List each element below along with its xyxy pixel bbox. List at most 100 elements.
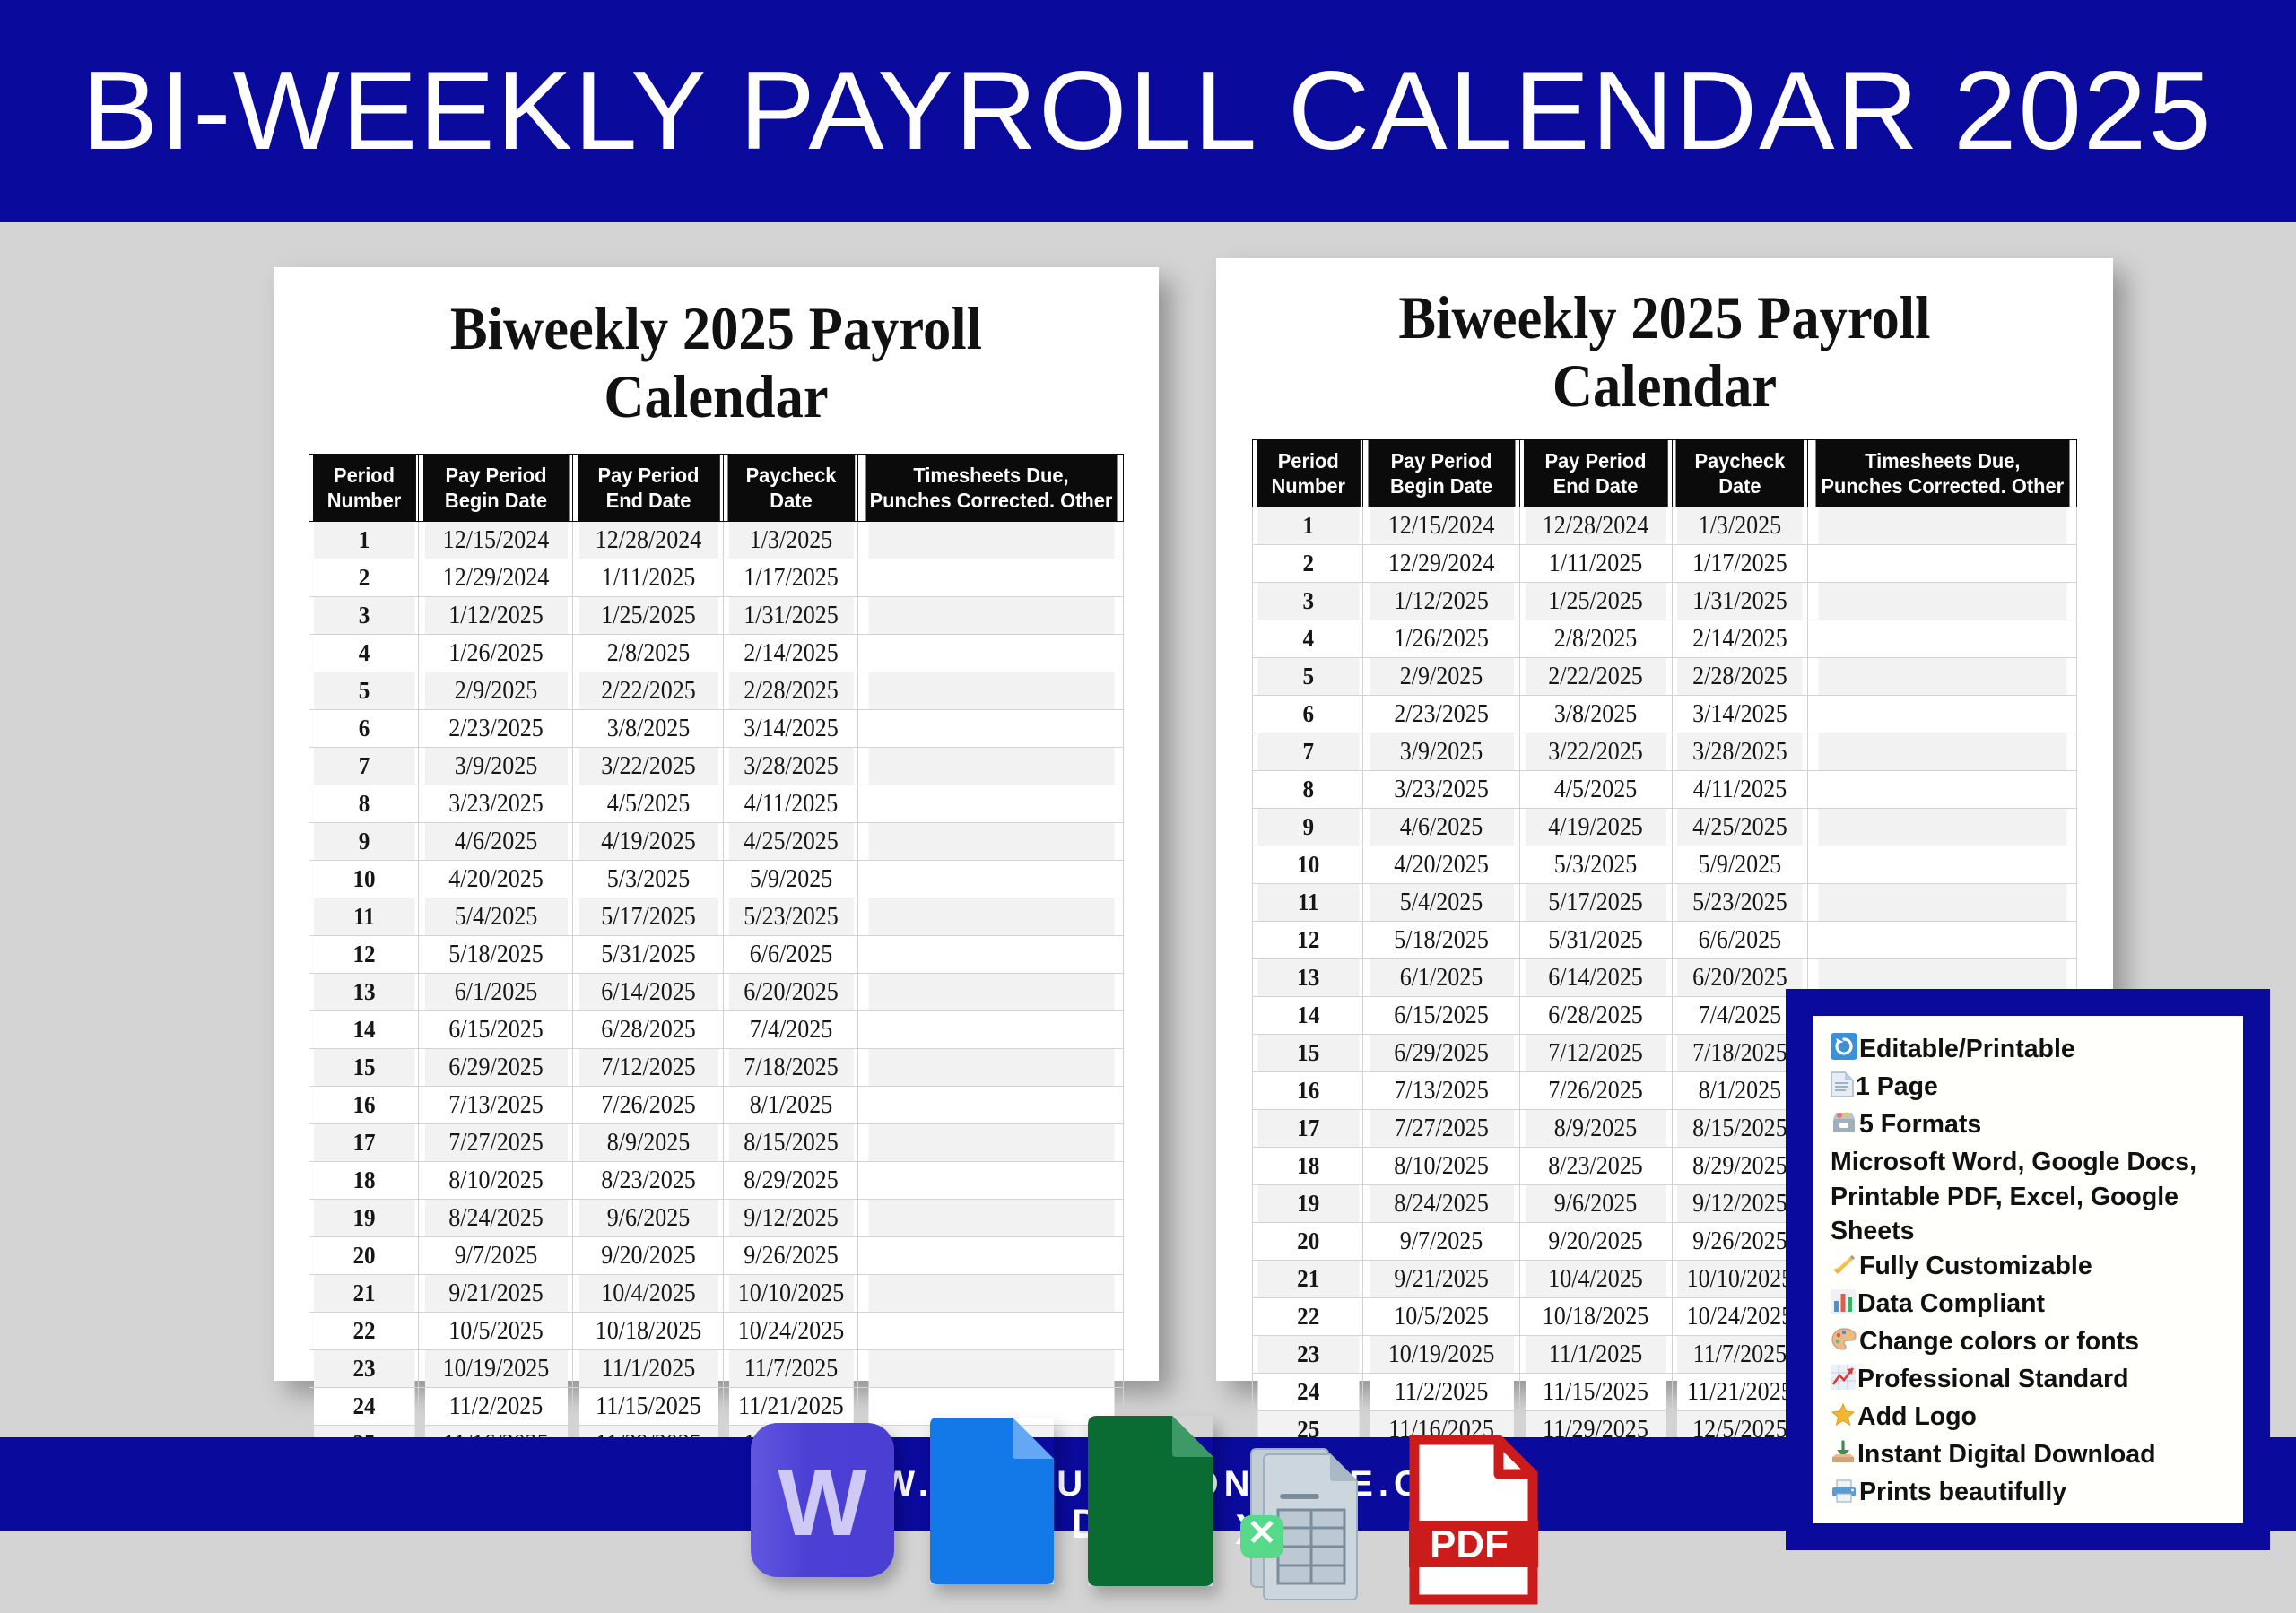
cell-notes (1816, 883, 2068, 923)
cell-notes (866, 935, 1115, 975)
feature-item-label: Add Logo (1857, 1401, 1977, 1431)
table-row: 17 7/27/2025 8/9/2025 8/15/2025 (309, 1123, 1124, 1163)
cell-notes (866, 559, 1115, 598)
table-row: 22 10/5/2025 10/18/2025 10/24/2025 (309, 1312, 1124, 1351)
table-header-row: Period Number Pay Period Begin Date Pay Pe… (1253, 439, 2077, 508)
cell-end-date: 11/1/2025 (1524, 1335, 1667, 1375)
cell-end-date: 10/18/2025 (1524, 1297, 1667, 1337)
cell-begin-date: 2/23/2025 (423, 709, 568, 749)
cell-begin-date: 6/29/2025 (1368, 1034, 1515, 1073)
cell-period-number: 15 (312, 1048, 415, 1088)
inbox-tray-icon (1831, 1440, 1856, 1475)
feature-item: Microsoft Word, Google Docs, Printable P… (1831, 1145, 2229, 1250)
table-row: 12 5/18/2025 5/31/2025 6/6/2025 (309, 935, 1124, 975)
cell-paycheck-date: 9/26/2025 (1675, 1222, 1805, 1262)
cell-begin-date: 3/9/2025 (1368, 733, 1515, 772)
cell-end-date: 1/11/2025 (1524, 544, 1667, 584)
feature-item-label: 1 Page (1856, 1071, 1938, 1101)
table-row: 8 3/23/2025 4/5/2025 4/11/2025 (1253, 770, 2077, 810)
table-row: 3 1/12/2025 1/25/2025 1/31/2025 (309, 596, 1124, 636)
word-icon-label: W (778, 1450, 867, 1556)
cell-end-date: 3/8/2025 (577, 709, 719, 749)
table-row: 3 1/12/2025 1/25/2025 1/31/2025 (1253, 582, 2077, 621)
cell-period-number: 19 (312, 1199, 415, 1238)
cell-paycheck-date: 8/29/2025 (1675, 1147, 1805, 1186)
pdf-file-icon: PDF (1400, 1435, 1538, 1605)
preview-canvas: Biweekly 2025 Payroll Calendar Period Num… (0, 222, 2296, 1605)
cell-period-number: 21 (312, 1274, 415, 1314)
cell-notes (866, 672, 1115, 711)
cell-begin-date: 1/26/2025 (423, 634, 568, 673)
cell-period-number: 17 (312, 1123, 415, 1163)
cell-period-number: 3 (1256, 582, 1361, 621)
cell-paycheck-date: 3/28/2025 (1675, 733, 1805, 772)
cell-begin-date: 2/9/2025 (1368, 657, 1515, 697)
cell-paycheck-date: 4/11/2025 (1675, 770, 1805, 810)
cell-notes (866, 521, 1115, 560)
cell-paycheck-date: 9/12/2025 (727, 1199, 854, 1238)
document-title-line2: Calendar (604, 362, 829, 431)
cell-period-number: 23 (1256, 1335, 1361, 1375)
cell-begin-date: 4/20/2025 (1368, 846, 1515, 885)
cell-end-date: 12/28/2024 (1524, 507, 1667, 546)
cell-notes (866, 898, 1115, 937)
feature-item: 1 Page (1831, 1070, 2229, 1107)
cell-paycheck-date: 1/31/2025 (1675, 582, 1805, 621)
cell-end-date: 3/22/2025 (577, 747, 719, 786)
cell-period-number: 16 (1256, 1071, 1361, 1111)
calendar-preview-left[interactable]: Biweekly 2025 Payroll Calendar Period Num… (274, 267, 1159, 1502)
cell-paycheck-date: 5/9/2025 (1675, 846, 1805, 885)
cell-period-number: 22 (312, 1312, 415, 1351)
cell-notes (866, 785, 1115, 824)
document-title-line2: Calendar (1552, 351, 1778, 421)
cell-notes (866, 1349, 1115, 1389)
table-header-row: Period Number Pay Period Begin Date Pay Pe… (309, 454, 1124, 523)
cell-paycheck-date: 1/3/2025 (727, 521, 854, 560)
header-banner: BI-WEEKLY PAYROLL CALENDAR 2025 (0, 0, 2296, 222)
cell-end-date: 4/5/2025 (1524, 770, 1667, 810)
star-icon (1831, 1402, 1856, 1437)
table-row: 2 12/29/2024 1/11/2025 1/17/2025 (309, 559, 1124, 598)
cell-begin-date: 1/12/2025 (423, 596, 568, 636)
cell-begin-date: 7/27/2025 (1368, 1109, 1515, 1149)
table-row: 1 12/15/2024 12/28/2024 1/3/2025 (309, 521, 1124, 560)
table-row: 16 7/13/2025 7/26/2025 8/1/2025 (309, 1086, 1124, 1125)
feature-item-label: Professional Standard (1857, 1365, 2129, 1394)
cell-end-date: 4/19/2025 (577, 822, 719, 862)
cell-end-date: 4/19/2025 (1524, 808, 1667, 847)
table-row: 14 6/15/2025 6/28/2025 7/4/2025 (309, 1010, 1124, 1050)
cell-period-number: 11 (312, 898, 415, 937)
feature-item-label: 5 Formats (1859, 1109, 1982, 1139)
cell-begin-date: 7/27/2025 (423, 1123, 568, 1163)
cell-period-number: 17 (1256, 1109, 1361, 1149)
cell-end-date: 7/26/2025 (577, 1086, 719, 1125)
table-row: 12 5/18/2025 5/31/2025 6/6/2025 (1253, 921, 2077, 960)
feature-item-label: Instant Digital Download (1857, 1439, 2156, 1469)
chart-increasing-icon (1831, 1365, 1856, 1400)
cell-period-number: 11 (1256, 883, 1361, 923)
cell-period-number: 5 (1256, 657, 1361, 697)
feature-list-panel: Editable/Printable 1 Page 5 Formats Microso… (1786, 989, 2270, 1550)
cell-begin-date: 5/4/2025 (1368, 883, 1515, 923)
cell-notes (1816, 620, 2068, 659)
feature-item: Editable/Printable (1831, 1032, 2229, 1070)
table-row: 6 2/23/2025 3/8/2025 3/14/2025 (1253, 695, 2077, 734)
cell-end-date: 1/11/2025 (577, 559, 719, 598)
cell-paycheck-date: 11/7/2025 (1675, 1335, 1805, 1375)
cell-begin-date: 7/13/2025 (1368, 1071, 1515, 1111)
cell-notes (1816, 808, 2068, 847)
feature-item: Data Compliant (1831, 1287, 2229, 1324)
cell-paycheck-date: 2/28/2025 (727, 672, 854, 711)
feature-item: Fully Customizable (1831, 1249, 2229, 1287)
cell-notes (1816, 582, 2068, 621)
cell-begin-date: 4/6/2025 (1368, 808, 1515, 847)
cell-period-number: 9 (1256, 808, 1361, 847)
cell-paycheck-date: 10/24/2025 (1675, 1297, 1805, 1337)
cell-period-number: 14 (312, 1010, 415, 1050)
cell-end-date: 3/8/2025 (1524, 695, 1667, 734)
cell-begin-date: 1/26/2025 (1368, 620, 1515, 659)
table-row: 2 12/29/2024 1/11/2025 1/17/2025 (1253, 544, 2077, 584)
cell-notes (866, 1274, 1115, 1314)
cell-end-date: 9/20/2025 (577, 1236, 719, 1276)
cell-notes (1816, 695, 2068, 734)
